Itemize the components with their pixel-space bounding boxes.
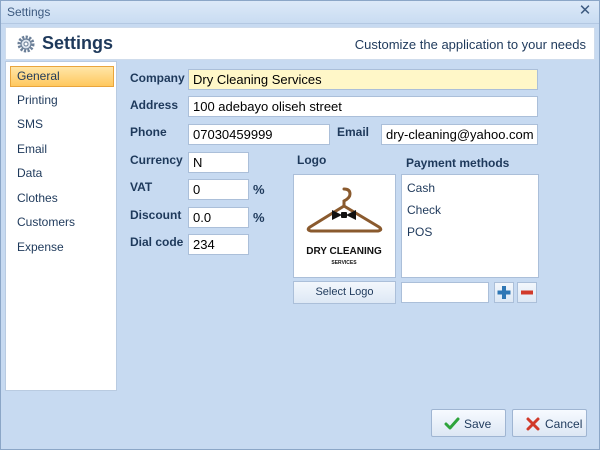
discount-label: Discount xyxy=(130,208,182,222)
phone-field[interactable]: 07030459999 xyxy=(188,124,330,145)
add-payment-button[interactable] xyxy=(494,282,514,303)
window-title: Settings xyxy=(7,5,51,19)
sidebar-item-customers[interactable]: Customers xyxy=(10,212,114,233)
discount-field[interactable]: 0.0 xyxy=(188,207,249,228)
email-label: Email xyxy=(337,125,370,139)
page-title: Settings xyxy=(42,33,114,53)
general-settings-panel: Company Dry Cleaning Services Address 10… xyxy=(118,61,595,391)
email-field[interactable]: dry-cleaning@yahoo.com xyxy=(381,124,538,145)
payment-methods-list: Cash Check POS xyxy=(401,174,539,278)
sidebar-item-clothes[interactable]: Clothes xyxy=(10,188,114,209)
page-subtitle: Customize the application to your needs xyxy=(354,37,586,52)
list-item[interactable]: Cash xyxy=(407,181,435,195)
payment-method-input[interactable] xyxy=(401,282,489,303)
vat-label: VAT xyxy=(130,180,153,194)
logo-text-line2: SERVICES xyxy=(331,260,357,266)
payment-methods-label: Payment methods xyxy=(406,156,510,170)
phone-label: Phone xyxy=(130,125,167,139)
address-label: Address xyxy=(130,98,179,112)
list-item[interactable]: Check xyxy=(407,203,441,217)
remove-payment-button[interactable] xyxy=(517,282,537,303)
logo-image: DRY CLEANING SERVICES xyxy=(293,174,396,278)
title-bar: Settings ✕ xyxy=(1,1,599,24)
settings-sidebar: General Printing SMS Email Data Clothes … xyxy=(5,61,117,391)
sidebar-item-expense[interactable]: Expense xyxy=(10,237,114,258)
minus-icon xyxy=(521,290,533,295)
save-button[interactable]: Save xyxy=(431,409,506,437)
vat-percent-sign: % xyxy=(253,182,265,197)
checkmark-icon xyxy=(444,417,460,430)
cancel-button[interactable]: Cancel xyxy=(512,409,587,437)
plus-icon xyxy=(497,286,511,299)
sidebar-item-sms[interactable]: SMS xyxy=(10,114,114,135)
select-logo-button[interactable]: Select Logo xyxy=(293,281,396,304)
currency-field[interactable]: N xyxy=(188,152,249,173)
logo-label: Logo xyxy=(297,153,327,167)
dialcode-label: Dial code xyxy=(130,235,184,249)
address-field[interactable]: 100 adebayo oliseh street xyxy=(188,96,538,117)
save-button-label: Save xyxy=(464,417,492,431)
hanger-logo-icon: DRY CLEANING SERVICES xyxy=(306,187,383,266)
company-field[interactable]: Dry Cleaning Services xyxy=(188,69,538,90)
close-icon[interactable]: ✕ xyxy=(577,3,593,19)
cancel-button-label: Cancel xyxy=(545,417,583,431)
discount-percent-sign: % xyxy=(253,210,265,225)
sidebar-item-printing[interactable]: Printing xyxy=(10,90,114,111)
dialcode-field[interactable]: 234 xyxy=(188,234,249,255)
sidebar-item-data[interactable]: Data xyxy=(10,163,114,184)
settings-header: Settings Customize the application to yo… xyxy=(5,27,595,60)
sidebar-item-general[interactable]: General xyxy=(10,66,114,87)
x-cancel-icon xyxy=(526,417,540,431)
company-label: Company xyxy=(130,71,185,85)
logo-text-line1: DRY CLEANING xyxy=(306,246,382,257)
sidebar-item-email[interactable]: Email xyxy=(10,139,114,160)
list-item[interactable]: POS xyxy=(407,225,432,239)
vat-field[interactable]: 0 xyxy=(188,179,249,200)
settings-window: Settings ✕ Settings Customize the applic… xyxy=(0,0,600,450)
currency-label: Currency xyxy=(130,153,183,167)
gear-icon xyxy=(17,35,35,53)
